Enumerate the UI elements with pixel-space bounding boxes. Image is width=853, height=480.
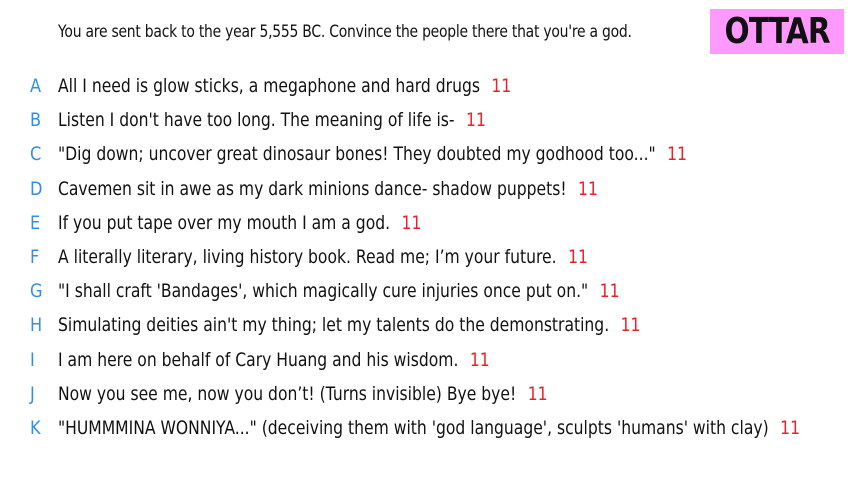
answer-letter: E <box>30 211 41 234</box>
answer-text: Cavemen sit in awe as my dark minions da… <box>58 177 567 200</box>
answer-score: 11 <box>466 109 486 132</box>
answer-score: 11 <box>620 314 641 337</box>
answer-letter: A <box>30 75 42 97</box>
answer-row: I I am here on behalf of Cary Huang and … <box>0 344 853 378</box>
answer-letter: B <box>30 109 42 132</box>
answer-text: Now you see me, now you don’t! (Turns in… <box>58 382 517 405</box>
answer-row: F A literally literary, living history b… <box>0 241 853 275</box>
answer-letter: J <box>30 382 35 405</box>
answer-text: All I need is glow sticks, a megaphone a… <box>58 75 480 97</box>
answer-row: B Listen I don't have too long. The mean… <box>0 104 853 138</box>
answer-score: 11 <box>568 245 588 268</box>
answer-text: A literally literary, living history boo… <box>58 245 557 268</box>
answer-text: "HUMMMINA WONNIYA..." (deceiving them wi… <box>58 416 769 439</box>
answer-text: If you put tape over my mouth I am a god… <box>58 211 391 234</box>
answer-row: A All I need is glow sticks, a megaphone… <box>0 70 853 104</box>
answer-score: 11 <box>469 348 490 371</box>
answer-row: J Now you see me, now you don’t! (Turns … <box>0 378 853 412</box>
answer-text: Listen I don't have too long. The meanin… <box>58 109 455 132</box>
answer-score: 11 <box>780 416 800 439</box>
answer-score: 11 <box>401 211 422 234</box>
answer-score: 11 <box>599 280 620 303</box>
answer-score: 11 <box>667 143 688 166</box>
answer-row: C "Dig down; uncover great dinosaur bone… <box>0 138 853 172</box>
prompt-text: You are sent back to the year 5,555 BC. … <box>58 22 632 42</box>
answer-letter: K <box>30 416 41 439</box>
answer-row: E If you put tape over my mouth I am a g… <box>0 207 853 241</box>
answer-text: Simulating deities ain't my thing; let m… <box>58 314 610 337</box>
badge-label: OTTAR <box>724 11 830 52</box>
answer-letter: C <box>30 143 42 166</box>
contestant-badge: OTTAR <box>710 9 844 54</box>
answer-text: "Dig down; uncover great dinosaur bones!… <box>58 143 656 166</box>
answer-row: G "I shall craft 'Bandages', which magic… <box>0 275 853 309</box>
answer-row: D Cavemen sit in awe as my dark minions … <box>0 173 853 207</box>
answer-row: K "HUMMMINA WONNIYA..." (deceiving them … <box>0 412 853 446</box>
answer-letter: H <box>30 314 43 337</box>
answer-text: "I shall craft 'Bandages', which magical… <box>58 280 589 303</box>
answer-score: 11 <box>578 177 598 200</box>
answer-letter: I <box>30 348 35 371</box>
answer-letter: F <box>30 245 40 268</box>
answer-row: H Simulating deities ain't my thing; let… <box>0 309 853 343</box>
answer-letter: D <box>30 177 43 200</box>
answer-text: I am here on behalf of Cary Huang and hi… <box>58 348 459 371</box>
answer-score: 11 <box>527 382 548 405</box>
answer-letter: G <box>30 280 43 303</box>
answers-list: A All I need is glow sticks, a megaphone… <box>0 70 853 446</box>
answer-score: 11 <box>491 75 512 97</box>
